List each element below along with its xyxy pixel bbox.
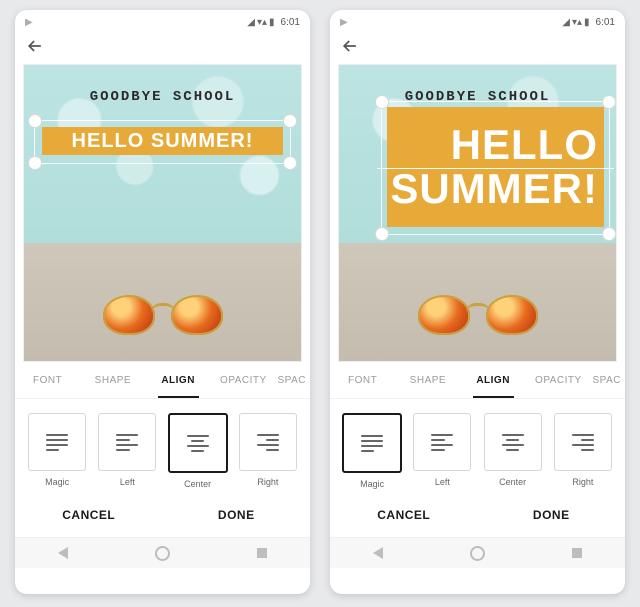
tab-shape[interactable]: SHAPE (395, 362, 460, 398)
battery-icon: ▮ (269, 17, 275, 28)
tool-tabs: FONT SHAPE ALIGN OPACITY SPAC (330, 362, 625, 399)
align-options: Magic Left Center Right (330, 399, 625, 493)
text-goodbye[interactable]: GOODBYE SCHOOL (24, 89, 301, 105)
clock: 6:01 (281, 17, 300, 28)
tab-opacity[interactable]: OPACITY (211, 362, 276, 398)
tab-spacing[interactable]: SPAC (591, 362, 625, 398)
resize-handle-tl[interactable] (375, 95, 389, 109)
top-bar (330, 32, 625, 64)
cancel-button[interactable]: CANCEL (15, 493, 163, 537)
align-right[interactable]: Right (238, 413, 298, 489)
action-bar: CANCEL DONE (15, 493, 310, 537)
tab-align[interactable]: ALIGN (461, 362, 526, 398)
tab-opacity[interactable]: OPACITY (526, 362, 591, 398)
tab-spacing[interactable]: SPAC (276, 362, 310, 398)
editor-canvas[interactable]: GOODBYE SCHOOL HELLO SUMMER! (23, 64, 302, 362)
align-center[interactable]: Center (168, 413, 228, 489)
action-bar: CANCEL DONE (330, 493, 625, 537)
align-left[interactable]: Left (97, 413, 157, 489)
nav-recent-icon[interactable] (572, 548, 582, 558)
nav-home-icon[interactable] (155, 546, 170, 561)
done-button[interactable]: DONE (163, 493, 311, 537)
play-icon: ▶ (340, 17, 348, 28)
sunglasses-graphic (103, 295, 223, 339)
nav-recent-icon[interactable] (257, 548, 267, 558)
tab-shape[interactable]: SHAPE (80, 362, 145, 398)
resize-handle-tr[interactable] (283, 114, 297, 128)
back-icon[interactable] (25, 36, 45, 61)
wifi-icon: ◢ (562, 17, 570, 28)
phone-right: ▶ ◢ ▾▴ ▮ 6:01 GOODBYE SCHOOL HELLO SUMME… (330, 10, 625, 594)
tab-font[interactable]: FONT (15, 362, 80, 398)
align-right[interactable]: Right (553, 413, 613, 489)
resize-handle-br[interactable] (602, 227, 616, 241)
battery-icon: ▮ (584, 17, 590, 28)
align-magic[interactable]: Magic (342, 413, 402, 489)
selection-box[interactable] (381, 101, 610, 235)
status-bar: ▶ ◢ ▾▴ ▮ 6:01 (330, 10, 625, 32)
align-magic[interactable]: Magic (27, 413, 87, 489)
done-button[interactable]: DONE (478, 493, 626, 537)
android-navbar (15, 537, 310, 568)
nav-back-icon[interactable] (373, 547, 383, 559)
cancel-button[interactable]: CANCEL (330, 493, 478, 537)
align-center[interactable]: Center (483, 413, 543, 489)
top-bar (15, 32, 310, 64)
resize-handle-br[interactable] (283, 156, 297, 170)
editor-canvas[interactable]: GOODBYE SCHOOL HELLO SUMMER! (338, 64, 617, 362)
status-bar: ▶ ◢ ▾▴ ▮ 6:01 (15, 10, 310, 32)
selection-midline (377, 168, 614, 169)
android-navbar (330, 537, 625, 568)
nav-home-icon[interactable] (470, 546, 485, 561)
phone-left: ▶ ◢ ▾▴ ▮ 6:01 GOODBYE SCHOOL HELLO SUMME… (15, 10, 310, 594)
sunglasses-graphic (418, 295, 538, 339)
align-options: Magic Left Center Right (15, 399, 310, 493)
tool-tabs: FONT SHAPE ALIGN OPACITY SPAC (15, 362, 310, 399)
wifi-icon: ◢ (247, 17, 255, 28)
tab-font[interactable]: FONT (330, 362, 395, 398)
tab-align[interactable]: ALIGN (146, 362, 211, 398)
signal-icon: ▾▴ (257, 17, 267, 28)
nav-back-icon[interactable] (58, 547, 68, 559)
resize-handle-bl[interactable] (28, 156, 42, 170)
selection-box[interactable] (34, 120, 291, 164)
resize-handle-tr[interactable] (602, 95, 616, 109)
resize-handle-bl[interactable] (375, 227, 389, 241)
resize-handle-tl[interactable] (28, 114, 42, 128)
back-icon[interactable] (340, 36, 360, 61)
align-left[interactable]: Left (412, 413, 472, 489)
signal-icon: ▾▴ (572, 17, 582, 28)
play-icon: ▶ (25, 17, 33, 28)
clock: 6:01 (596, 17, 615, 28)
